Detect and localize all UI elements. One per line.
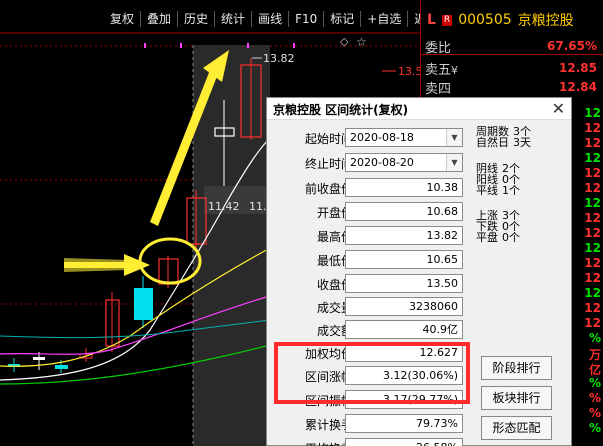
quote-label-suffix: ¥ bbox=[451, 63, 459, 77]
quote-row-ratio: 委比 67.65% bbox=[425, 37, 597, 56]
close-icon[interactable]: ✕ bbox=[552, 99, 565, 118]
quote-value: 67.65% bbox=[547, 39, 597, 53]
edge-value: % bbox=[588, 406, 601, 420]
high-price-label: 13.82 bbox=[263, 52, 295, 65]
field-value: 10.38 bbox=[345, 178, 463, 197]
stock-code: 000505 bbox=[458, 12, 512, 28]
edge-value: 12 bbox=[584, 301, 601, 315]
field-value: 13.82 bbox=[345, 226, 463, 245]
chevron-down-icon[interactable]: ▼ bbox=[446, 154, 462, 171]
quote-label: 卖五 bbox=[425, 62, 452, 78]
quote-row-ask4: 卖四 12.84 bbox=[425, 78, 597, 97]
start-date-value: 2020-08-18 bbox=[350, 131, 414, 144]
start-time-label: 起始时间 bbox=[304, 132, 353, 146]
edge-value: % bbox=[588, 391, 601, 405]
annotation-circle bbox=[138, 237, 202, 285]
chevron-down-icon[interactable]: ▼ bbox=[446, 129, 462, 146]
edge-value: 12 bbox=[584, 286, 601, 300]
marker bbox=[144, 43, 146, 48]
toolbar-mark-button[interactable]: 标记 bbox=[324, 11, 362, 27]
edge-value: 12 bbox=[584, 316, 601, 330]
field-value: 79.73% bbox=[345, 414, 463, 433]
end-date-field[interactable]: 2020-08-20 ▼ bbox=[345, 153, 463, 172]
edge-value: % bbox=[588, 421, 601, 435]
edge-value: 12 bbox=[584, 121, 601, 135]
edge-value: 12 bbox=[584, 106, 601, 120]
stock-name: 京粮控股 bbox=[517, 13, 574, 29]
toolbar-overlay-button[interactable]: 叠加 bbox=[141, 11, 179, 27]
toolbar-adjust-button[interactable]: 复权 bbox=[104, 11, 142, 27]
stat-label: 平盘 bbox=[476, 231, 498, 244]
end-time-label: 终止时间 bbox=[304, 157, 353, 171]
edge-value: % bbox=[588, 376, 601, 390]
edge-value: 12 bbox=[584, 241, 601, 255]
r-badge: R bbox=[441, 14, 453, 26]
edge-value: 12 bbox=[584, 151, 601, 165]
quote-label: 卖四 bbox=[425, 81, 452, 97]
stat-flat-candles: 平线 1个 bbox=[476, 185, 520, 196]
stock-header: L R 000505 京粮控股 bbox=[427, 10, 574, 30]
edge-value: 12 bbox=[584, 136, 601, 150]
stat-flat-days: 平盘 0个 bbox=[476, 232, 520, 243]
highlight-box bbox=[274, 342, 470, 404]
field-value: 40.9亿 bbox=[345, 320, 463, 339]
edge-value: 12 bbox=[584, 226, 601, 240]
chart-toolbar: 复权 叠加 历史 统计 画线 F10 标记 +自选 返回 bbox=[104, 6, 444, 32]
dialog-titlebar: 京粮控股 区间统计(复权) ✕ bbox=[267, 98, 571, 120]
field-label: 收盘价 bbox=[316, 278, 353, 292]
field-label: 成交额 bbox=[316, 324, 353, 338]
end-date-value: 2020-08-20 bbox=[350, 156, 414, 169]
stat-label: 平线 bbox=[476, 184, 498, 197]
edge-value: 12 bbox=[584, 211, 601, 225]
stat-label: 自然日 bbox=[476, 136, 509, 149]
diamond-icon: ◇ bbox=[340, 35, 349, 48]
field-value: 13.50 bbox=[345, 274, 463, 293]
star-icon: ☆ bbox=[356, 35, 367, 49]
pattern-match-button[interactable]: 形态匹配 bbox=[481, 416, 552, 440]
field-label: 累计换手 bbox=[304, 418, 353, 432]
field-label: 开盘价 bbox=[316, 206, 353, 220]
stat-natural-days: 自然日 3天 bbox=[476, 137, 531, 148]
sector-ranking-button[interactable]: 板块排行 bbox=[481, 386, 552, 410]
stage-ranking-button[interactable]: 阶段排行 bbox=[481, 356, 552, 380]
quote-label: 委比 bbox=[425, 40, 452, 56]
field-value: 26.58% bbox=[345, 438, 463, 446]
quote-value: 12.84 bbox=[559, 80, 597, 94]
field-label: 最低价 bbox=[316, 254, 353, 268]
toolbar-watchlist-button[interactable]: +自选 bbox=[361, 11, 409, 27]
edge-value: 12 bbox=[584, 271, 601, 285]
edge-value: 12 bbox=[584, 181, 601, 195]
range-start-price: 11.42 bbox=[208, 200, 240, 213]
annotation-arrow-lower bbox=[64, 254, 150, 276]
field-value: 10.68 bbox=[345, 202, 463, 221]
quote-row-ask5: 卖五¥ 12.85 bbox=[425, 59, 597, 78]
dialog-title: 京粮控股 区间统计(复权) bbox=[273, 103, 409, 117]
edge-value: 12 bbox=[584, 256, 601, 270]
marker bbox=[293, 43, 295, 48]
edge-value: 12 bbox=[584, 166, 601, 180]
quote-value: 12.85 bbox=[559, 61, 597, 75]
marker bbox=[180, 43, 182, 48]
marker bbox=[247, 43, 249, 48]
price-tick-label: 13.50 bbox=[398, 65, 420, 78]
toolbar-draw-button[interactable]: 画线 bbox=[252, 11, 290, 27]
toolbar-stats-button[interactable]: 统计 bbox=[215, 11, 253, 27]
field-label: 成交量 bbox=[316, 301, 353, 315]
start-date-field[interactable]: 2020-08-18 ▼ bbox=[345, 128, 463, 147]
field-label: 平均换手 bbox=[281, 440, 353, 446]
edge-value: % bbox=[588, 331, 601, 345]
toolbar-f10-button[interactable]: F10 bbox=[289, 11, 325, 27]
l-mark: L bbox=[427, 12, 436, 28]
edge-value: 12 bbox=[584, 196, 601, 210]
stat-value: 1个 bbox=[502, 184, 520, 197]
field-value: 3238060 bbox=[345, 297, 463, 316]
stat-value: 3天 bbox=[513, 136, 531, 149]
toolbar-history-button[interactable]: 历史 bbox=[178, 11, 216, 27]
field-label: 前收盘价 bbox=[304, 182, 353, 196]
field-value: 10.65 bbox=[345, 250, 463, 269]
field-label: 最高价 bbox=[316, 230, 353, 244]
stat-value: 0个 bbox=[502, 231, 520, 244]
